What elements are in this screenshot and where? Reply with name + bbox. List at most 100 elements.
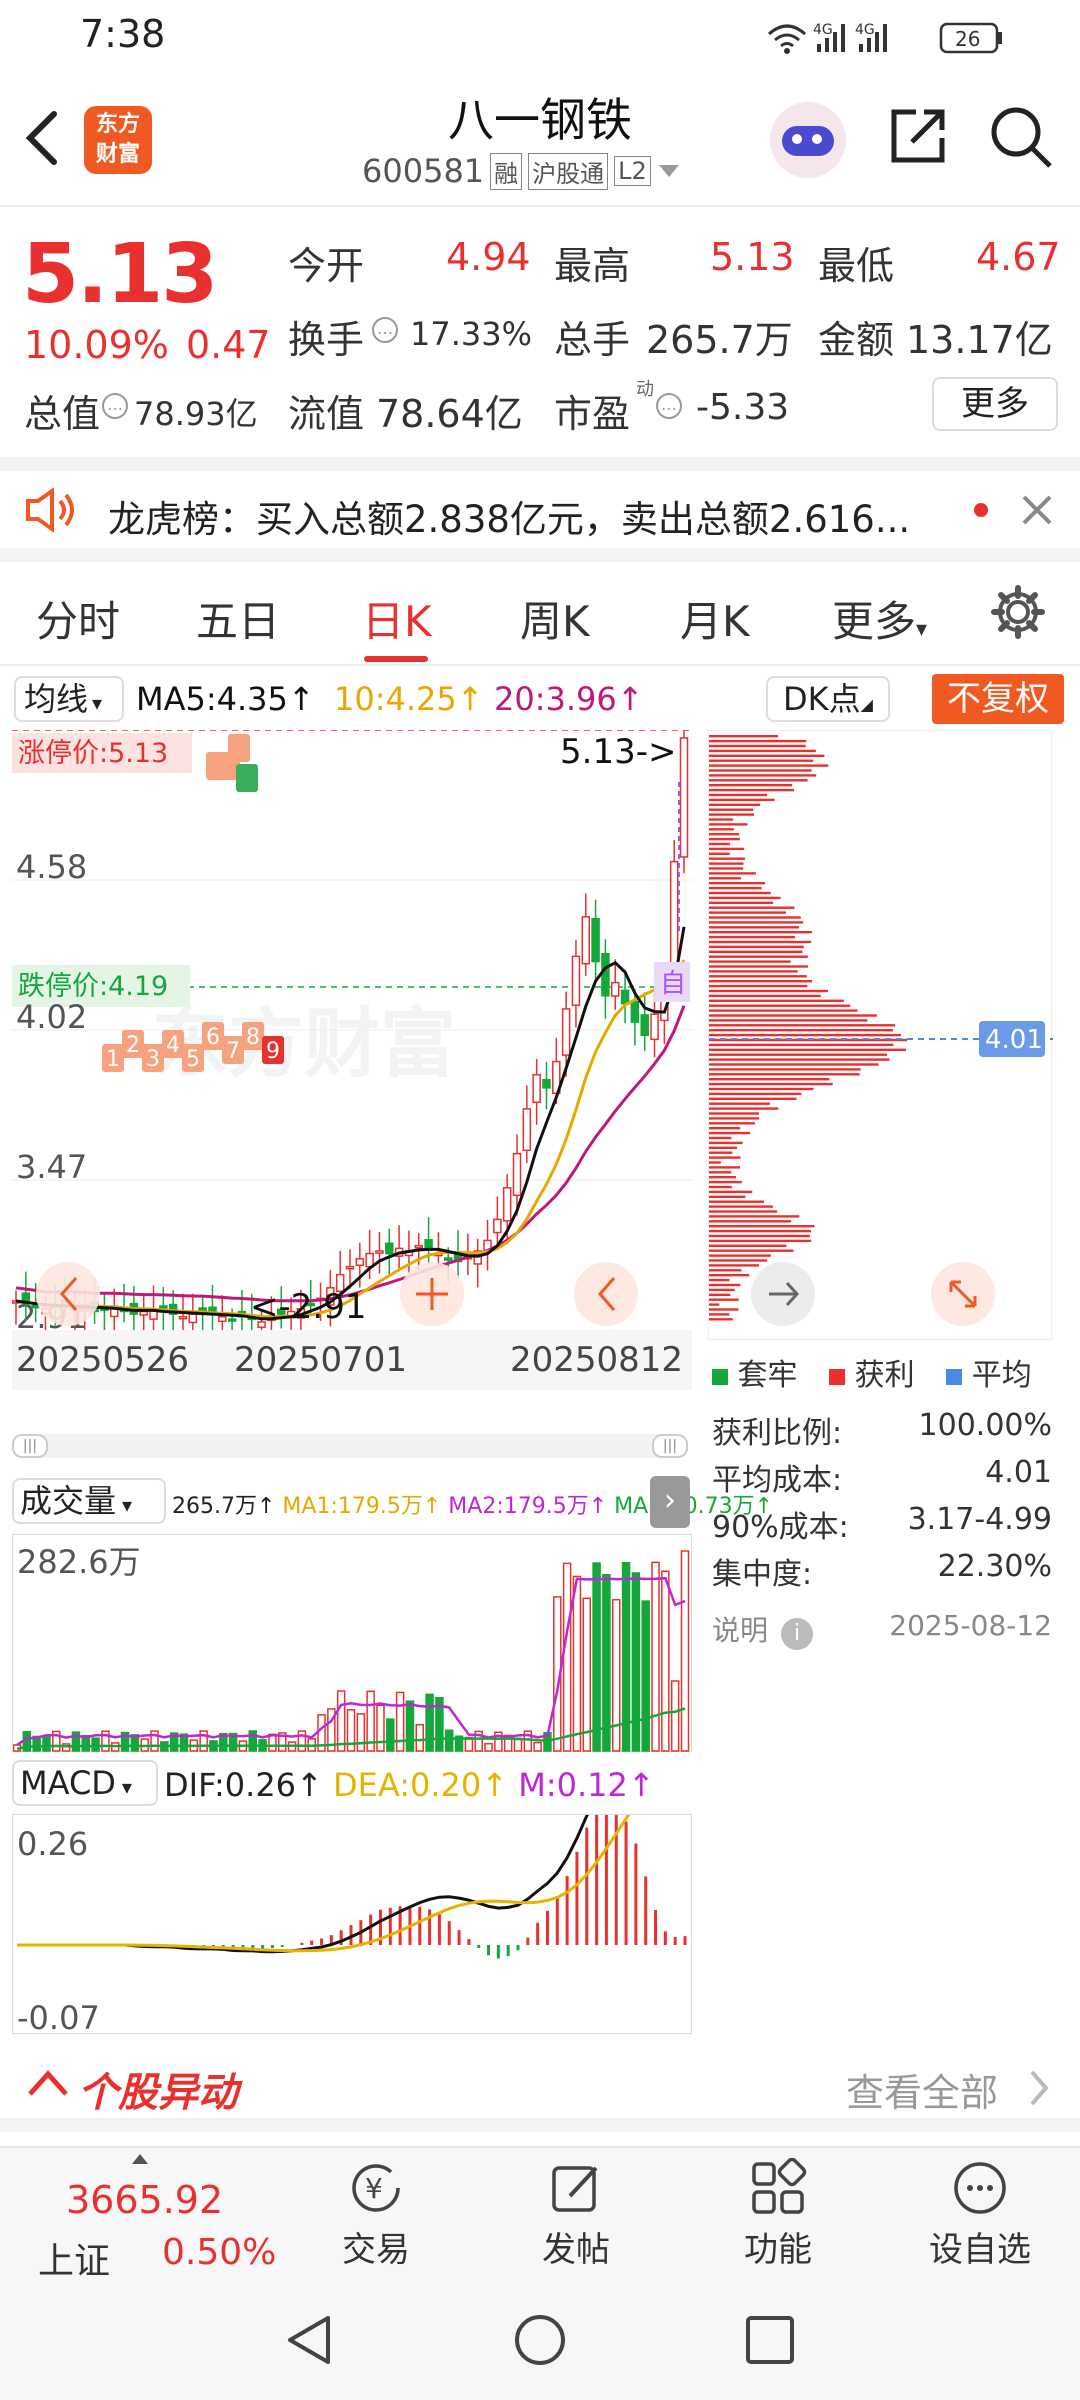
chip-bar <box>709 739 807 743</box>
chip-bar <box>709 955 808 958</box>
scroll-handle-right[interactable]: ||| <box>652 1434 688 1458</box>
chip-bar <box>709 1190 753 1194</box>
chip-bar <box>709 1283 741 1287</box>
chip-bar <box>709 1122 755 1125</box>
range-scrollbar[interactable]: ||| ||| <box>12 1434 688 1458</box>
tab-five-day[interactable]: 五日 <box>196 588 280 649</box>
post-button[interactable]: 发帖 <box>526 2158 626 2271</box>
indicator-select[interactable]: 均线 ▾ <box>14 676 124 722</box>
settings-gear-icon[interactable] <box>990 584 1046 640</box>
speaker-icon <box>26 487 74 533</box>
more-quote-button[interactable]: 更多 <box>932 377 1058 431</box>
nine-marker-label: 8 <box>246 1025 260 1050</box>
chip-bar <box>709 1029 893 1032</box>
info-icon[interactable]: … <box>372 317 398 343</box>
tab-intraday[interactable]: 分时 <box>36 588 120 649</box>
tab-weekly-k[interactable]: 周K <box>520 588 590 649</box>
info-icon[interactable]: i <box>781 1618 814 1650</box>
collapse-caret-icon[interactable] <box>130 2152 150 2166</box>
kline-svg: 东方财富 涨停价:5.13 跌停价:4.19 4.58 4.02 3.47 2.… <box>11 715 692 1351</box>
volume-bar <box>444 1729 454 1752</box>
turnover-value: 17.33% <box>410 315 533 353</box>
macd-chart[interactable]: 0.26 -0.07 <box>12 1751 692 2037</box>
info-icon[interactable]: … <box>656 393 682 419</box>
index-value[interactable]: 3665.92 <box>66 2178 223 2222</box>
trade-button[interactable]: ¥ 交易 <box>326 2158 426 2271</box>
volume-bar <box>631 1572 641 1752</box>
candle-body <box>581 916 591 965</box>
chip-bar <box>709 867 744 870</box>
volume-indicator-select[interactable]: 成交量 ▾ <box>12 1478 166 1524</box>
stock-code: 600581 <box>362 152 485 190</box>
chip-bar <box>709 1146 738 1149</box>
function-button[interactable]: 功能 <box>728 2157 828 2271</box>
stock-movement-row[interactable]: 个股异动 查看全部 <box>0 2046 1080 2132</box>
chip-bar <box>709 769 812 772</box>
legend-trapped: 套牢 <box>737 1358 798 1393</box>
chip-bar <box>709 1215 800 1218</box>
info-icon[interactable]: … <box>102 393 128 419</box>
index-pct: 0.50% <box>162 2232 277 2273</box>
close-icon[interactable] <box>1020 493 1054 527</box>
assistant-avatar-icon[interactable] <box>770 102 846 178</box>
system-nav-bar <box>0 2280 1080 2400</box>
chip-bar <box>709 1053 887 1056</box>
share-icon[interactable] <box>886 104 950 168</box>
chip-bar <box>709 1195 746 1198</box>
chip-bar <box>709 828 734 831</box>
chip-bar <box>709 1107 779 1110</box>
volume-bar <box>562 1562 572 1752</box>
candle-body <box>620 989 630 1005</box>
today-marker: 自 <box>660 969 686 999</box>
volume-chart[interactable]: 282.6万 <box>12 1534 692 1752</box>
candle-body <box>355 1258 365 1267</box>
chip-bar <box>709 1068 861 1071</box>
view-all-link[interactable]: 查看全部 <box>846 2062 998 2117</box>
tab-daily-k[interactable]: 日K <box>362 588 432 649</box>
candle-body <box>188 1313 198 1324</box>
chip-bar <box>709 1019 868 1022</box>
chip-bar <box>709 1058 890 1061</box>
chip-distribution-panel[interactable]: 4.01 <box>708 730 1053 1340</box>
chip-bar <box>709 759 814 762</box>
scroll-handle-left[interactable]: ||| <box>12 1434 48 1458</box>
tab-monthly-k[interactable]: 月K <box>680 588 750 649</box>
nine-marker-label: 9 <box>266 1039 280 1064</box>
macd-indicator-select[interactable]: MACD ▾ <box>12 1760 158 1806</box>
chip-legend: 套牢 获利 平均 <box>712 1350 1072 1394</box>
adjust-button[interactable]: 不复权 <box>932 674 1064 724</box>
chip-bar <box>709 1127 741 1130</box>
volume-bar <box>670 1680 680 1752</box>
back-arrow-icon[interactable] <box>22 108 62 168</box>
chip-bar <box>709 1180 742 1184</box>
chevron-right-icon[interactable]: › <box>650 1476 690 1528</box>
chip-bar <box>709 1288 735 1292</box>
pe-value: -5.33 <box>696 387 790 428</box>
stock-header: 东方 财富 八一钢铁 600581 融 沪股通 L2 <box>0 72 1080 207</box>
notice-bar[interactable]: 龙虎榜：买入总额2.838亿元，卖出总额2.616... <box>0 471 1080 548</box>
chip-bar <box>709 1200 765 1203</box>
chip-svg: 4.01 <box>709 735 1053 1326</box>
nav-home-icon[interactable] <box>512 2312 568 2368</box>
amount-value: 13.17亿 <box>906 318 1053 362</box>
volume-label: 总手 <box>554 318 631 362</box>
search-icon[interactable] <box>988 104 1054 170</box>
nav-recents-icon[interactable] <box>742 2312 798 2368</box>
chip-bar <box>709 960 791 963</box>
nav-back-icon[interactable] <box>282 2312 338 2368</box>
candle-body <box>542 1079 551 1089</box>
dk-point-button[interactable]: DK点◢ <box>766 676 890 722</box>
more-dots-icon <box>954 2162 1006 2214</box>
add-watchlist-button[interactable]: 设自选 <box>920 2158 1040 2271</box>
chip-bar <box>709 1234 810 1238</box>
volume-bar <box>356 1713 366 1752</box>
mktcap-value: 78.93亿 <box>134 395 258 433</box>
kline-chart[interactable]: 东方财富 涨停价:5.13 跌停价:4.19 4.58 4.02 3.47 2.… <box>11 715 692 1351</box>
index-name: 上证 <box>38 2241 111 2282</box>
stock-code-row[interactable]: 600581 融 沪股通 L2 <box>362 152 681 190</box>
chip-note-row[interactable]: 说明 i 2025-08-12 <box>712 1609 1052 1656</box>
app-logo: 东方 财富 <box>84 106 152 174</box>
tab-more[interactable]: 更多▾ <box>832 588 927 649</box>
chip-bar <box>709 1244 787 1247</box>
volume-svg: 282.6万 <box>12 1543 690 1752</box>
